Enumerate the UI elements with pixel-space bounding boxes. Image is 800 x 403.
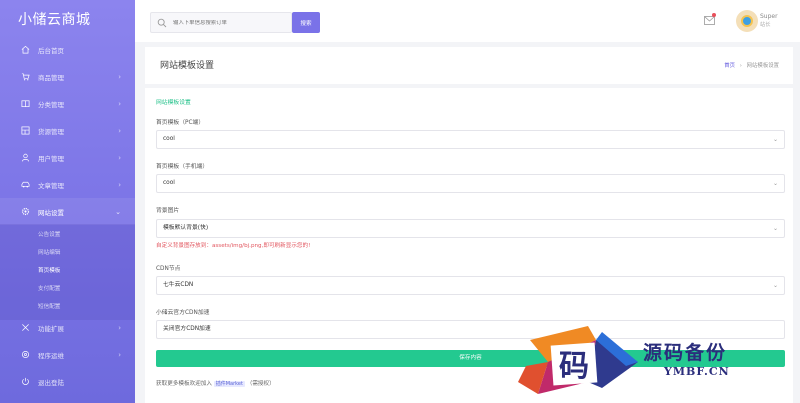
gear-icon — [20, 207, 30, 217]
breadcrumb-home[interactable]: 首页 — [724, 63, 735, 69]
chevron-right-icon: › — [118, 323, 121, 332]
chevron-down-icon: ⌄ — [772, 282, 778, 289]
sidebar-item-settings[interactable]: 网站设置 ⌄ — [0, 198, 135, 225]
page-header: 网站模板设置 首页 › 网站模板设置 — [145, 47, 793, 84]
sidebar-item-label: 网站设置 — [38, 208, 64, 217]
sidebar-item-label: 退出登陆 — [38, 378, 64, 387]
chevron-down-icon: ⌄ — [772, 225, 778, 232]
select-value: 模板默认背景(快) — [163, 225, 209, 231]
sidebar-item-users[interactable]: 用户管理 › — [0, 144, 135, 171]
brand-title: 小储云商城 — [18, 12, 91, 28]
chevron-down-icon: ⌄ — [772, 180, 778, 187]
chevron-right-icon: › — [118, 180, 121, 189]
field-label-cdn: CDN节点 — [156, 266, 181, 272]
submenu-item-site-edit[interactable]: 网站编辑 — [0, 244, 135, 262]
cart-icon — [20, 72, 30, 82]
user-name[interactable]: Super — [760, 13, 778, 21]
footer-note: 获取更多模板欢迎加入 插件Market （需授权） — [156, 379, 275, 387]
field-label-pc-template: 首页模板（PC端） — [156, 120, 205, 126]
sidebar-item-extensions[interactable]: 功能扩展 › — [0, 314, 135, 341]
chevron-right-icon: › — [118, 350, 121, 359]
settings-submenu: 公告设置 网站编辑 首页模板 支付配置 短信配置 — [0, 224, 135, 320]
avatar-image — [741, 15, 753, 27]
select-value: 关闭官方CDN加速 — [163, 326, 211, 332]
background-select[interactable]: 模板默认背景(快) ⌄ — [156, 219, 785, 238]
sidebar-item-categories[interactable]: 分类管理 › — [0, 90, 135, 117]
sidebar-item-label: 分类管理 — [38, 100, 64, 109]
chevron-right-icon: › — [118, 126, 121, 135]
sidebar-item-supply[interactable]: 货源管理 › — [0, 117, 135, 144]
sidebar-item-label: 货源管理 — [38, 127, 64, 136]
user-role: 站长 — [760, 22, 771, 28]
chevron-down-icon: ⌄ — [772, 136, 778, 143]
watermark-sub: YMBF.CN — [664, 365, 730, 378]
sidebar: 小储云商城 后台首页 商品管理 › 分类管理 › 货源管理 › 用户管理 › 文… — [0, 0, 135, 403]
top-header: 搜索 Super 站长 — [135, 0, 800, 42]
submenu-item-payment[interactable]: 支付配置 — [0, 280, 135, 298]
search-input[interactable] — [173, 19, 283, 26]
field-label-background: 背景图片 — [156, 208, 180, 214]
breadcrumb-current: 网站模板设置 — [746, 63, 779, 69]
sidebar-item-label: 后台首页 — [38, 46, 64, 55]
breadcrumb-separator: › — [739, 63, 742, 69]
select-value: cool — [163, 180, 175, 186]
submenu-item-notice[interactable]: 公告设置 — [0, 226, 135, 244]
tools-icon — [20, 323, 30, 333]
sidebar-item-home[interactable]: 后台首页 — [0, 36, 135, 63]
select-value: 七牛云CDN — [163, 282, 194, 288]
field-label-mobile-template: 首页模板（手机端） — [156, 164, 209, 170]
grid-icon — [20, 126, 30, 136]
plugin-market-link[interactable]: 插件Market — [213, 381, 245, 387]
sidebar-item-maintenance[interactable]: 程序运维 › — [0, 341, 135, 368]
sidebar-item-label: 商品管理 — [38, 73, 64, 82]
sidebar-item-articles[interactable]: 文章管理 › — [0, 171, 135, 198]
chevron-down-icon: ⌄ — [115, 207, 121, 216]
search-icon — [157, 18, 167, 27]
sidebar-item-label: 程序运维 — [38, 351, 64, 360]
sidebar-item-label: 功能扩展 — [38, 324, 64, 333]
search-box — [150, 12, 292, 33]
watermark-text: 源码备份 — [643, 342, 728, 364]
mobile-template-select[interactable]: cool ⌄ — [156, 174, 785, 193]
power-icon — [20, 377, 30, 387]
pc-template-select[interactable]: cool ⌄ — [156, 130, 785, 149]
sidebar-item-logout[interactable]: 退出登陆 — [0, 368, 135, 395]
avatar[interactable] — [736, 10, 758, 32]
sidebar-item-label: 用户管理 — [38, 154, 64, 163]
chevron-right-icon: › — [118, 153, 121, 162]
footer-suffix: （需授权） — [246, 381, 275, 387]
chevron-right-icon: › — [118, 72, 121, 81]
sidebar-item-label: 文章管理 — [38, 181, 64, 190]
cdn-select[interactable]: 七牛云CDN ⌄ — [156, 276, 785, 295]
footer-prefix: 获取更多模板欢迎加入 — [156, 381, 212, 387]
sidebar-item-products[interactable]: 商品管理 › — [0, 63, 135, 90]
user-icon — [20, 153, 30, 163]
search-button[interactable]: 搜索 — [292, 12, 320, 33]
select-value: cool — [163, 136, 175, 142]
book-icon — [20, 99, 30, 109]
background-hint: 自定义背景图存放到：assets/img/bj.png,即可刷新显示您的! — [156, 243, 311, 249]
car-icon — [20, 180, 30, 190]
chevron-right-icon: › — [118, 99, 121, 108]
submenu-item-home-template[interactable]: 首页模板 — [0, 262, 135, 280]
home-icon — [20, 45, 30, 55]
breadcrumb: 首页 › 网站模板设置 — [724, 61, 779, 69]
section-title: 网站模板设置 — [156, 100, 191, 106]
watermark-char: 码 — [559, 349, 589, 384]
page-title: 网站模板设置 — [160, 61, 215, 71]
notification-dot — [712, 13, 716, 17]
field-label-official-cdn: 小储云官方CDN加速 — [156, 310, 210, 316]
settings-icon — [20, 350, 30, 360]
